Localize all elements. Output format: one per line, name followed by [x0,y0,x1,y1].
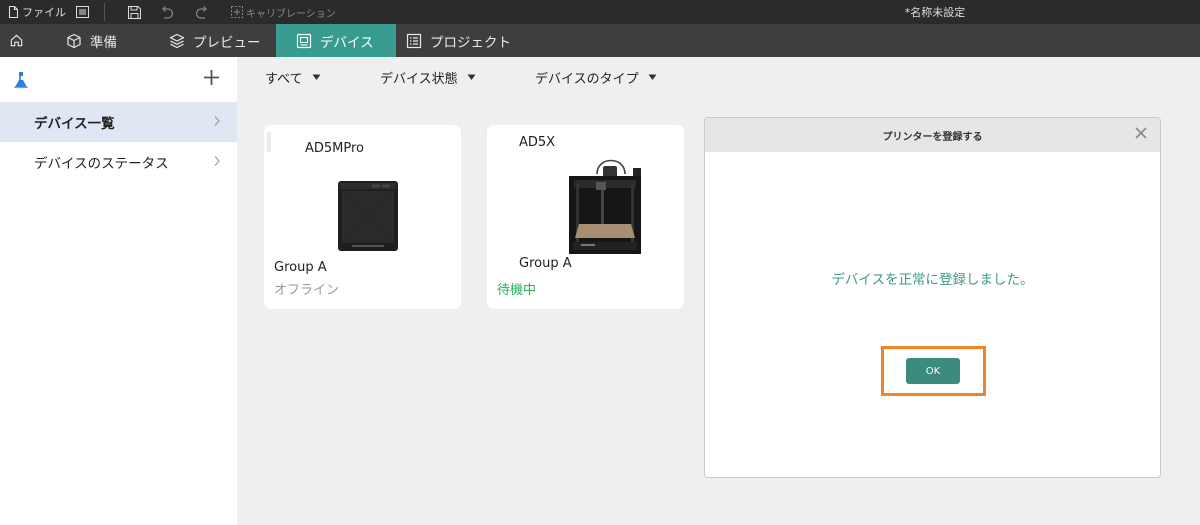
caret-down-icon [467,74,476,80]
menu-button[interactable] [76,0,89,24]
device-card-ad5mpro[interactable]: AD5MPro Group A オフライン [264,125,461,309]
device-group: Group A [274,260,327,275]
save-icon [128,5,141,19]
list-icon [406,33,422,48]
chevron-right-icon [214,156,220,166]
calibration-button[interactable]: キャリブレーション [231,0,336,24]
sidebar-item-device-status[interactable]: デバイスのステータス [0,142,237,182]
tab-bar: 準備 プレビュー デバイス プロジェクト [0,24,1200,57]
device-status: オフライン [274,283,340,298]
calibration-icon [231,6,243,18]
home-icon [10,34,23,47]
cube-icon [67,33,81,48]
undo-icon [162,5,174,19]
tab-prepare-label: 準備 [90,34,117,51]
tab-home[interactable] [0,24,33,57]
device-card-ad5x[interactable]: AD5X Group A 待機中 [487,125,684,309]
file-menu-label: ファイル [22,6,66,19]
dialog-header: プリンターを登録する [705,118,1160,152]
plus-icon [204,70,219,85]
device-group: Group A [519,256,572,271]
tab-preview-label: プレビュー [193,34,261,51]
sidebar: デバイス一覧 デバイスのステータス [0,57,237,525]
file-icon [8,6,19,18]
tab-device[interactable]: デバイス [276,24,396,57]
tab-device-label: デバイス [320,34,374,51]
chevron-right-icon [214,116,220,126]
filter-all-dropdown[interactable]: すべて [265,68,321,87]
printer-logo-icon [12,71,30,93]
filter-device-state-label: デバイス状態 [380,72,458,87]
printer-image-ad5x [567,152,647,258]
filter-device-type-label: デバイスのタイプ [535,72,639,87]
undo-button[interactable] [160,0,174,24]
device-icon [296,33,312,48]
calibration-label: キャリブレーション [246,8,336,20]
title-bar: ファイル キャリブレーション *名称未設定 [0,0,1200,24]
caret-down-icon [312,74,321,80]
sidebar-item-label: デバイス一覧 [34,116,115,132]
tab-preview[interactable]: プレビュー [159,24,274,57]
tab-project-label: プロジェクト [430,34,511,51]
dialog-title: プリンターを登録する [882,131,983,143]
document-title: *名称未設定 [904,6,966,19]
close-icon[interactable] [1134,126,1148,140]
filter-device-state-dropdown[interactable]: デバイス状態 [380,68,476,87]
register-printer-dialog: プリンターを登録する デバイスを正常に登録しました。 OK [704,117,1161,478]
menu-list-icon [76,6,89,18]
tab-prepare[interactable]: 準備 [56,24,156,57]
tab-project[interactable]: プロジェクト [396,24,526,57]
caret-down-icon [648,74,657,80]
filter-all-label: すべて [265,72,303,87]
printer-image-ad5mpro [338,181,398,255]
dialog-message: デバイスを正常に登録しました。 [831,272,1034,288]
add-device-button[interactable] [203,69,220,90]
file-menu[interactable]: ファイル [8,0,66,24]
layers-icon [169,33,185,48]
device-model: AD5MPro [305,141,365,156]
sidebar-item-device-list[interactable]: デバイス一覧 [0,102,237,142]
ok-button[interactable]: OK [906,358,960,384]
device-status: 待機中 [497,283,537,298]
filter-device-type-dropdown[interactable]: デバイスのタイプ [535,68,657,87]
sidebar-item-label: デバイスのステータス [34,156,169,172]
toolbar-divider [104,3,105,21]
card-status-marker [267,132,271,152]
device-model: AD5X [519,135,556,150]
redo-icon [195,5,207,19]
save-button[interactable] [128,0,141,24]
redo-button[interactable] [195,0,209,24]
